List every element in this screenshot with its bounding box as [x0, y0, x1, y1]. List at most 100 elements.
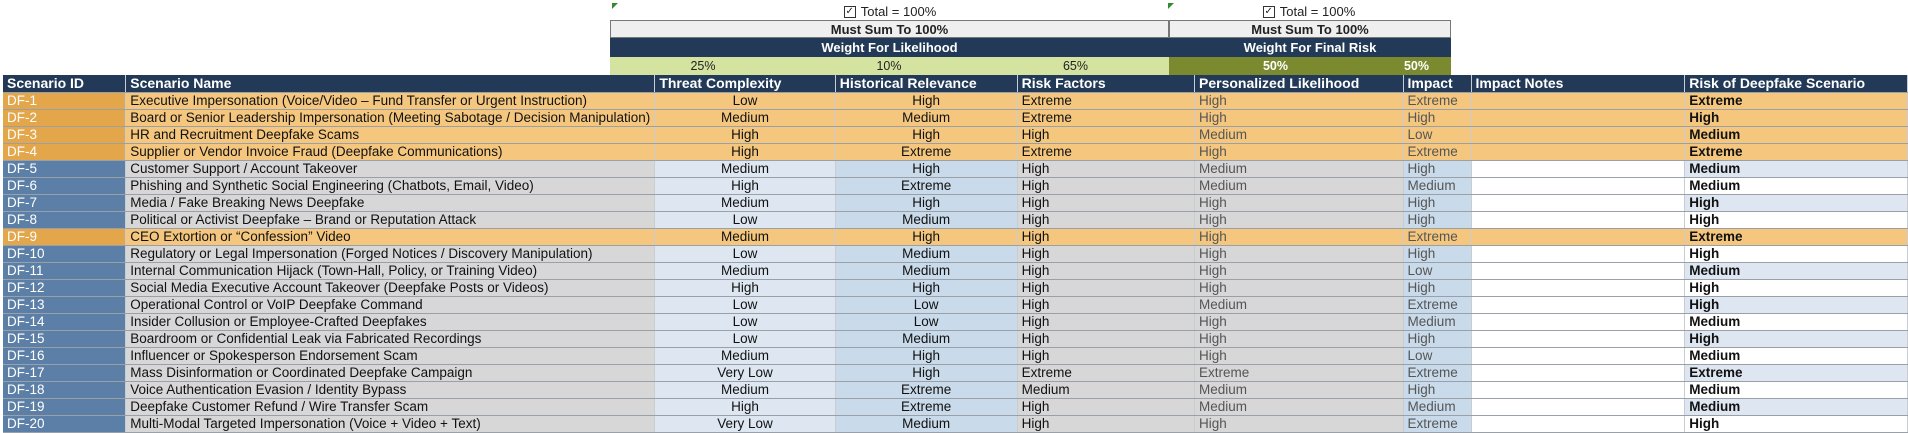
cell-impact-notes[interactable] — [1471, 262, 1686, 280]
cell-impact-notes[interactable] — [1471, 313, 1686, 331]
cell-risk-of-deepfake[interactable]: High — [1684, 279, 1908, 297]
cell-threat-complexity[interactable]: High — [654, 143, 836, 161]
cell-personalized-likelihood[interactable]: Medium — [1194, 126, 1404, 144]
cell-scenario-id[interactable]: DF-11 — [3, 262, 127, 280]
cell-scenario-id[interactable]: DF-14 — [3, 313, 127, 331]
cell-threat-complexity[interactable]: Medium — [654, 347, 836, 365]
cell-impact[interactable]: Extreme — [1403, 92, 1472, 110]
cell-impact[interactable]: Extreme — [1403, 143, 1472, 161]
cell-risk-factors[interactable]: High — [1017, 347, 1196, 365]
cell-risk-of-deepfake[interactable]: Extreme — [1684, 143, 1908, 161]
weight-historical-relevance[interactable]: 10% — [796, 57, 982, 75]
col-header-impact-notes[interactable]: Impact Notes — [1471, 75, 1686, 93]
cell-personalized-likelihood[interactable]: High — [1194, 415, 1404, 433]
table-row[interactable]: DF-15 Boardroom or Confidential Leak via … — [3, 330, 1908, 348]
cell-risk-factors[interactable]: Extreme — [1017, 143, 1196, 161]
cell-risk-factors[interactable]: High — [1017, 228, 1196, 246]
cell-impact[interactable]: Medium — [1403, 313, 1472, 331]
table-row[interactable]: DF-5 Customer Support / Account Takeover M… — [3, 160, 1908, 178]
cell-impact[interactable]: High — [1403, 381, 1472, 399]
cell-personalized-likelihood[interactable]: High — [1194, 262, 1404, 280]
cell-impact-notes[interactable] — [1471, 296, 1686, 314]
cell-risk-factors[interactable]: High — [1017, 279, 1196, 297]
cell-personalized-likelihood[interactable]: High — [1194, 194, 1404, 212]
cell-threat-complexity[interactable]: High — [654, 126, 836, 144]
cell-scenario-id[interactable]: DF-4 — [3, 143, 127, 161]
cell-personalized-likelihood[interactable]: High — [1194, 109, 1404, 127]
cell-scenario-name[interactable]: Internal Communication Hijack (Town-Hall… — [125, 262, 656, 280]
cell-scenario-name[interactable]: Social Media Executive Account Takeover … — [125, 279, 656, 297]
cell-risk-of-deepfake[interactable]: Extreme — [1684, 92, 1908, 110]
cell-scenario-id[interactable]: DF-18 — [3, 381, 127, 399]
cell-historical-relevance[interactable]: Low — [835, 296, 1018, 314]
cell-historical-relevance[interactable]: Medium — [835, 415, 1018, 433]
cell-historical-relevance[interactable]: High — [835, 279, 1018, 297]
cell-impact-notes[interactable] — [1471, 330, 1686, 348]
cell-scenario-name[interactable]: Regulatory or Legal Impersonation (Forge… — [125, 245, 656, 263]
cell-risk-factors[interactable]: Extreme — [1017, 109, 1196, 127]
cell-impact[interactable]: High — [1403, 245, 1472, 263]
col-header-threat-complexity[interactable]: Threat Complexity — [654, 75, 836, 93]
cell-historical-relevance[interactable]: High — [835, 347, 1018, 365]
cell-scenario-name[interactable]: Supplier or Vendor Invoice Fraud (Deepfa… — [125, 143, 656, 161]
cell-impact-notes[interactable] — [1471, 160, 1686, 178]
cell-threat-complexity[interactable]: Low — [654, 211, 836, 229]
cell-impact[interactable]: High — [1403, 160, 1472, 178]
cell-scenario-id[interactable]: DF-2 — [3, 109, 127, 127]
cell-personalized-likelihood[interactable]: Medium — [1194, 296, 1404, 314]
cell-threat-complexity[interactable]: Medium — [654, 228, 836, 246]
cell-risk-factors[interactable]: High — [1017, 245, 1196, 263]
cell-impact[interactable]: High — [1403, 109, 1472, 127]
table-row[interactable]: DF-4 Supplier or Vendor Invoice Fraud (De… — [3, 143, 1908, 161]
cell-impact[interactable]: Extreme — [1403, 415, 1472, 433]
cell-scenario-name[interactable]: Insider Collusion or Employee-Crafted De… — [125, 313, 656, 331]
col-header-scenario-name[interactable]: Scenario Name — [125, 75, 656, 93]
table-row[interactable]: DF-7 Media / Fake Breaking News Deepfake M… — [3, 194, 1908, 212]
cell-risk-of-deepfake[interactable]: Medium — [1684, 381, 1908, 399]
cell-threat-complexity[interactable]: Very Low — [654, 364, 836, 382]
cell-threat-complexity[interactable]: Low — [654, 92, 836, 110]
cell-risk-factors[interactable]: High — [1017, 330, 1196, 348]
table-row[interactable]: DF-16 Influencer or Spokesperson Endorsem… — [3, 347, 1908, 365]
cell-historical-relevance[interactable]: Medium — [835, 245, 1018, 263]
cell-historical-relevance[interactable]: Extreme — [835, 398, 1018, 416]
cell-scenario-name[interactable]: Media / Fake Breaking News Deepfake — [125, 194, 656, 212]
cell-scenario-id[interactable]: DF-16 — [3, 347, 127, 365]
cell-personalized-likelihood[interactable]: Medium — [1194, 177, 1404, 195]
cell-scenario-id[interactable]: DF-20 — [3, 415, 127, 433]
cell-scenario-id[interactable]: DF-17 — [3, 364, 127, 382]
cell-scenario-id[interactable]: DF-3 — [3, 126, 127, 144]
cell-risk-of-deepfake[interactable]: High — [1684, 296, 1908, 314]
cell-impact-notes[interactable] — [1471, 194, 1686, 212]
cell-historical-relevance[interactable]: Medium — [835, 262, 1018, 280]
cell-scenario-id[interactable]: DF-9 — [3, 228, 127, 246]
cell-risk-factors[interactable]: High — [1017, 313, 1196, 331]
cell-impact[interactable]: High — [1403, 330, 1472, 348]
cell-historical-relevance[interactable]: High — [835, 160, 1018, 178]
cell-scenario-id[interactable]: DF-19 — [3, 398, 127, 416]
cell-scenario-name[interactable]: Influencer or Spokesperson Endorsement S… — [125, 347, 656, 365]
table-row[interactable]: DF-17 Mass Disinformation or Coordinated … — [3, 364, 1908, 382]
cell-scenario-id[interactable]: DF-12 — [3, 279, 127, 297]
cell-scenario-name[interactable]: CEO Extortion or “Confession” Video — [125, 228, 656, 246]
cell-historical-relevance[interactable]: Extreme — [835, 177, 1018, 195]
cell-risk-of-deepfake[interactable]: High — [1684, 211, 1908, 229]
cell-impact-notes[interactable] — [1471, 245, 1686, 263]
cell-personalized-likelihood[interactable]: High — [1194, 330, 1404, 348]
cell-risk-factors[interactable]: Extreme — [1017, 364, 1196, 382]
cell-risk-of-deepfake[interactable]: High — [1684, 109, 1908, 127]
cell-threat-complexity[interactable]: Medium — [654, 109, 836, 127]
cell-personalized-likelihood[interactable]: Extreme — [1194, 364, 1404, 382]
total-checkbox-likelihood[interactable]: ✓ Total = 100% — [612, 3, 1168, 20]
cell-scenario-name[interactable]: Voice Authentication Evasion / Identity … — [125, 381, 656, 399]
cell-impact-notes[interactable] — [1471, 228, 1686, 246]
cell-historical-relevance[interactable]: Medium — [835, 330, 1018, 348]
cell-historical-relevance[interactable]: Medium — [835, 211, 1018, 229]
cell-risk-factors[interactable]: High — [1017, 177, 1196, 195]
cell-risk-factors[interactable]: High — [1017, 211, 1196, 229]
table-row[interactable]: DF-19 Deepfake Customer Refund / Wire Tra… — [3, 398, 1908, 416]
cell-personalized-likelihood[interactable]: High — [1194, 228, 1404, 246]
table-row[interactable]: DF-2 Board or Senior Leadership Impersona… — [3, 109, 1908, 127]
weight-threat-complexity[interactable]: 25% — [610, 57, 796, 75]
cell-threat-complexity[interactable]: Low — [654, 296, 836, 314]
